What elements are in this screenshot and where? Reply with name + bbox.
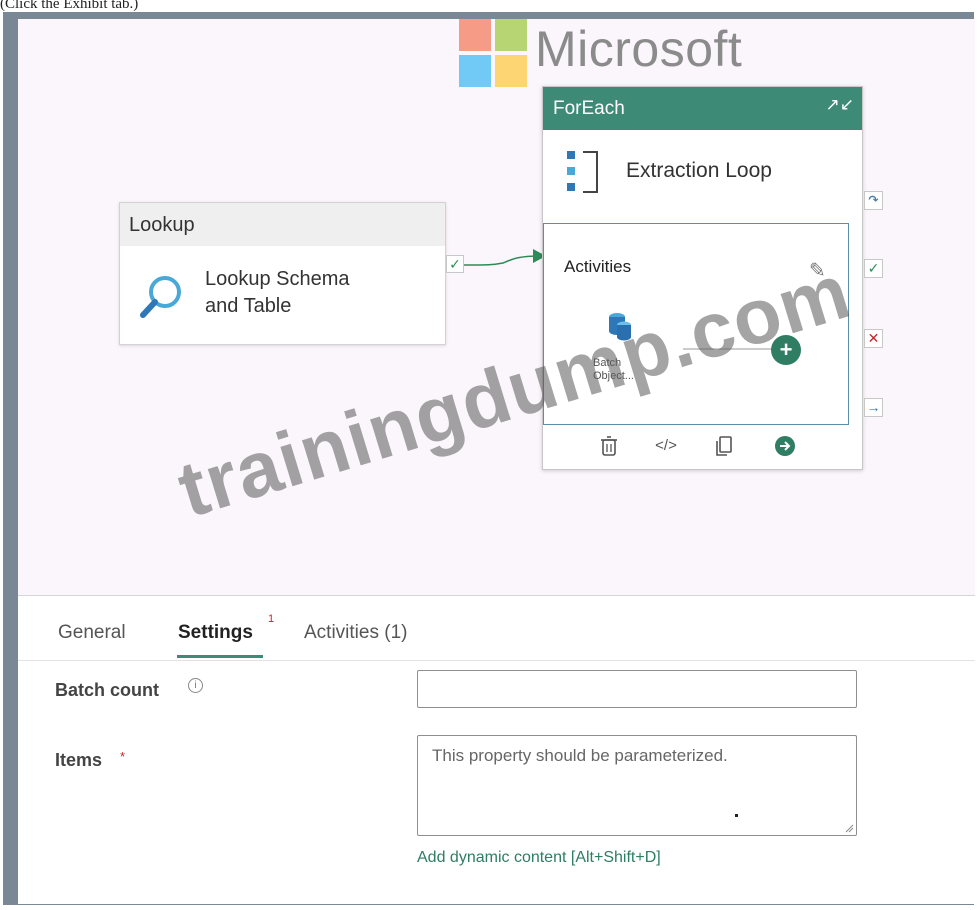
required-marker: *: [120, 749, 126, 764]
resize-grip-icon[interactable]: [844, 823, 854, 833]
tab-general[interactable]: General: [58, 622, 126, 644]
pipeline-canvas[interactable]: Microsoft Lookup Lookup Schema and Table…: [18, 19, 975, 595]
foreach-loop-icon: [565, 149, 605, 200]
logo-red-square: [459, 19, 491, 51]
activities-title: Activities: [564, 257, 632, 276]
failure-output-icon[interactable]: ✕: [864, 329, 883, 348]
lookup-success-output-icon[interactable]: ✓: [446, 255, 464, 273]
active-tab-indicator: [177, 655, 263, 658]
success-output-icon[interactable]: ✓: [864, 259, 883, 278]
foreach-activity-type: ForEach: [543, 87, 862, 130]
cursor-dot: [735, 814, 738, 817]
tab-settings[interactable]: Settings: [178, 622, 253, 644]
add-dynamic-content-link[interactable]: Add dynamic content [Alt+Shift+D]: [417, 849, 661, 867]
logo-blue-square: [459, 55, 491, 87]
batch-count-label: Batch count: [55, 680, 160, 700]
logo-yellow-square: [495, 55, 527, 87]
microsoft-logo: Microsoft: [459, 19, 789, 89]
items-textarea[interactable]: This property should be parameterized.: [417, 735, 857, 836]
foreach-activity-name: Extraction Loop: [626, 159, 772, 182]
settings-error-badge: 1: [268, 613, 275, 625]
lookup-activity-type: Lookup: [120, 203, 445, 246]
code-view-icon[interactable]: </>: [652, 432, 680, 460]
canvas-divider: [18, 595, 975, 596]
collapse-icon[interactable]: ↗↙: [826, 95, 855, 115]
search-icon: [138, 273, 186, 326]
delete-icon[interactable]: [595, 432, 623, 460]
skipped-output-icon[interactable]: ↷: [864, 191, 883, 210]
activity-toolbar: </>: [595, 432, 845, 462]
lookup-activity-name: Lookup Schema and Table: [205, 268, 350, 317]
info-icon[interactable]: i: [188, 678, 203, 693]
pipeline-editor: Microsoft Lookup Lookup Schema and Table…: [18, 19, 975, 904]
tab-activities[interactable]: Activities (1): [304, 622, 407, 644]
logo-green-square: [495, 19, 527, 51]
lookup-activity-card[interactable]: Lookup Lookup Schema and Table: [119, 202, 446, 345]
copy-icon[interactable]: [710, 432, 738, 460]
logo-text: Microsoft: [535, 21, 743, 77]
tab-divider: [18, 660, 975, 661]
success-connector[interactable]: [463, 244, 548, 274]
items-placeholder: This property should be parameterized.: [432, 746, 728, 765]
completion-output-icon[interactable]: →: [864, 398, 883, 417]
arrow-right-icon[interactable]: [771, 432, 799, 460]
items-label: Items: [55, 750, 103, 770]
batch-count-input[interactable]: [417, 670, 857, 708]
